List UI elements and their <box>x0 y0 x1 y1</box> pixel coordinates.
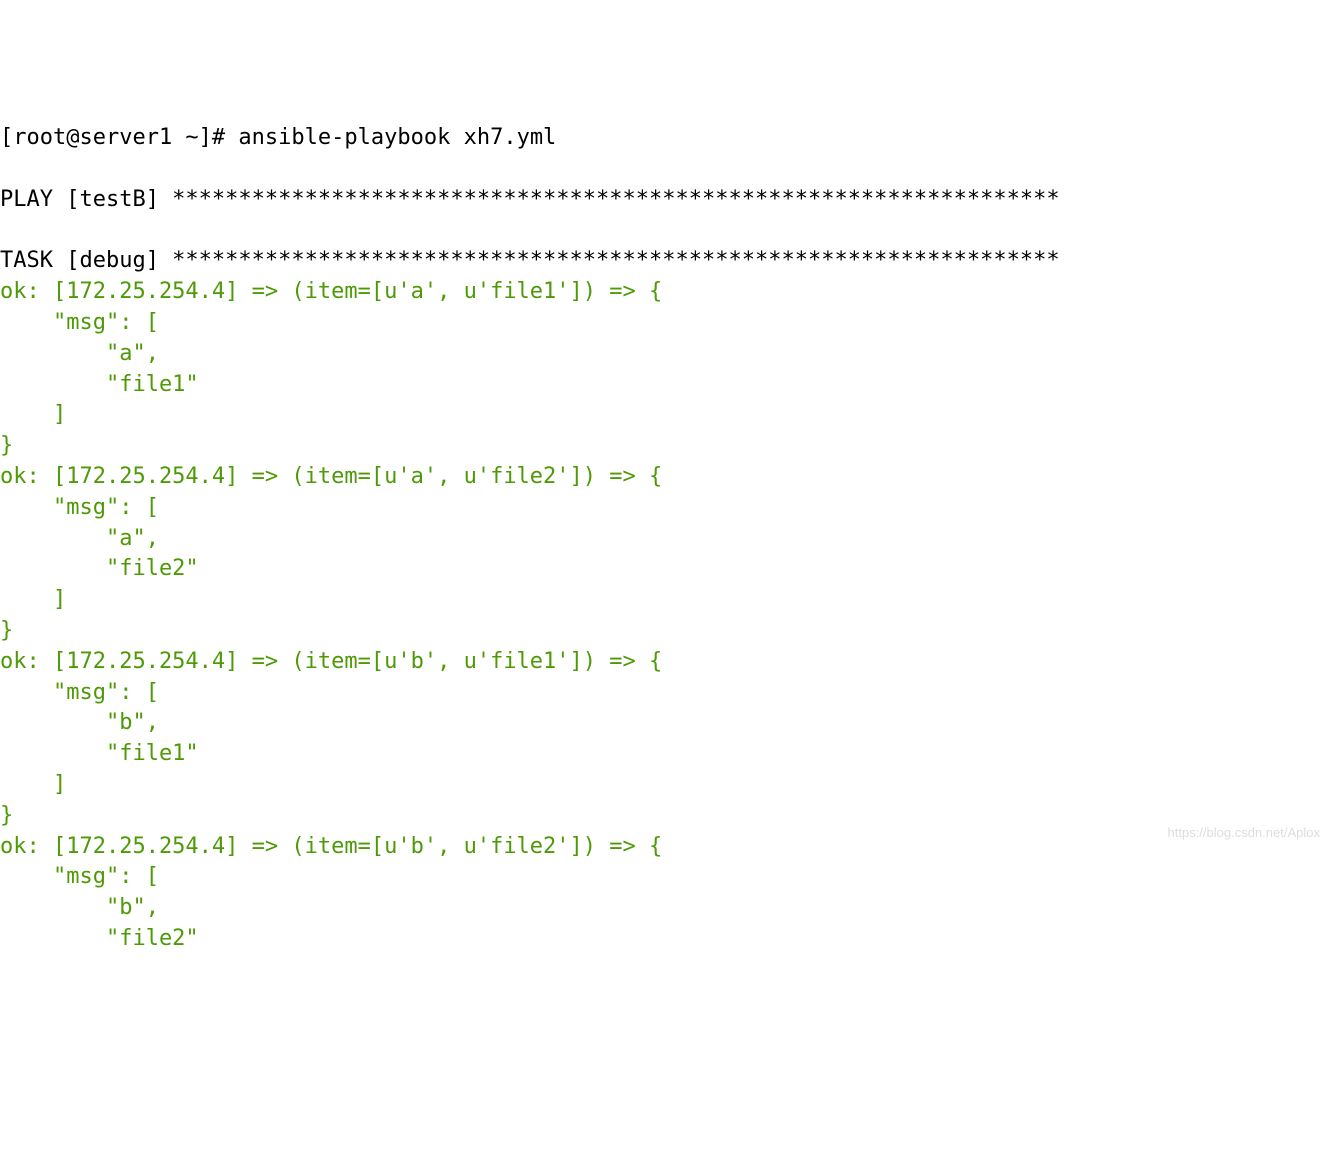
task-item-line: "file2" <box>0 556 199 581</box>
play-header: PLAY [testB] ***************************… <box>0 187 1060 212</box>
task-item-line: ok: [172.25.254.4] => (item=[u'b', u'fil… <box>0 834 662 859</box>
task-item-line: "b", <box>0 710 172 735</box>
task-item-line: "a", <box>0 526 172 551</box>
task-item-line: "file2" <box>0 926 199 951</box>
task-item-line: "msg": [ <box>0 680 159 705</box>
task-item-line: "msg": [ <box>0 864 159 889</box>
task-item-line: "file1" <box>0 741 199 766</box>
task-item-line: "file1" <box>0 372 199 397</box>
task-item-line: "msg": [ <box>0 310 159 335</box>
task-header: TASK [debug] ***************************… <box>0 248 1060 273</box>
task-item-line: ok: [172.25.254.4] => (item=[u'b', u'fil… <box>0 649 662 674</box>
task-item-line: ] <box>0 587 66 612</box>
shell-prompt: [root@server1 ~]# <box>0 125 238 150</box>
task-item-line: ok: [172.25.254.4] => (item=[u'a', u'fil… <box>0 279 662 304</box>
task-item-line: "msg": [ <box>0 495 159 520</box>
terminal-output: [root@server1 ~]# ansible-playbook xh7.y… <box>0 123 1330 955</box>
task-item-line: ok: [172.25.254.4] => (item=[u'a', u'fil… <box>0 464 662 489</box>
task-item-line: ] <box>0 772 66 797</box>
task-item-line: } <box>0 803 13 828</box>
task-item-line: } <box>0 433 13 458</box>
watermark-text: https://blog.csdn.net/Aplox <box>1168 824 1320 842</box>
task-item-line: } <box>0 618 13 643</box>
task-item-line: "a", <box>0 341 172 366</box>
task-item-line: "b", <box>0 895 172 920</box>
command-text: ansible-playbook xh7.yml <box>238 125 556 150</box>
task-item-line: ] <box>0 402 66 427</box>
